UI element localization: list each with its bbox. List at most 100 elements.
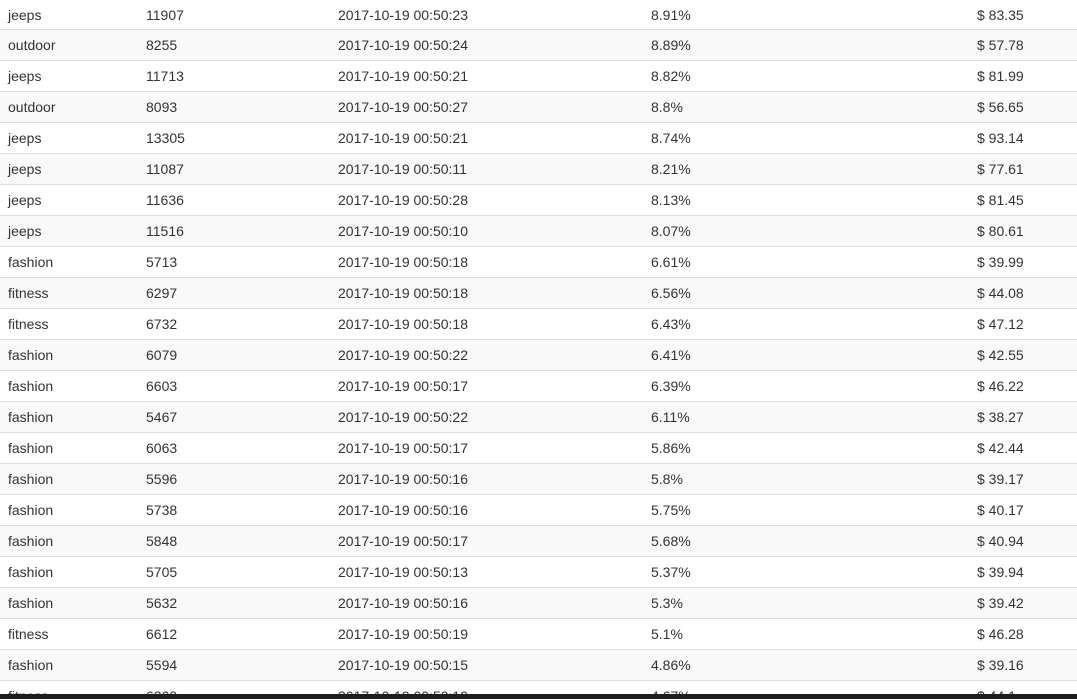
percent-cell: 5.3%: [651, 587, 977, 619]
id-cell: 5594: [146, 649, 338, 681]
timestamp-cell: 2017-10-19 00:50:16: [338, 494, 651, 526]
timestamp-cell: 2017-10-19 00:50:21: [338, 60, 651, 92]
id-cell: 8255: [146, 29, 338, 61]
id-cell: 6732: [146, 308, 338, 340]
table-row: fashion 5738 2017-10-19 00:50:16 5.75% $ 40.…: [0, 494, 1077, 526]
id-cell: 5467: [146, 401, 338, 433]
timestamp-cell: 2017-10-19 00:50:11: [338, 153, 651, 185]
price-cell: $ 57.78: [977, 29, 1077, 61]
percent-cell: 6.43%: [651, 308, 977, 340]
percent-cell: 8.07%: [651, 215, 977, 247]
percent-cell: 8.8%: [651, 91, 977, 123]
table-row: outdoor 8093 2017-10-19 00:50:27 8.8% $ 56.6…: [0, 91, 1077, 123]
timestamp-cell: 2017-10-19 00:50:21: [338, 122, 651, 154]
timestamp-cell: 2017-10-19 00:50:18: [338, 308, 651, 340]
table-row: fashion 5467 2017-10-19 00:50:22 6.11% $ 38.…: [0, 401, 1077, 433]
id-cell: 11516: [146, 215, 338, 247]
table-body: jeeps 11907 2017-10-19 00:50:23 8.91% $ 83.3…: [0, 0, 1077, 699]
category-cell: jeeps: [0, 122, 146, 154]
id-cell: 5632: [146, 587, 338, 619]
table-row: fashion 5713 2017-10-19 00:50:18 6.61% $ 39.…: [0, 246, 1077, 278]
percent-cell: 6.39%: [651, 370, 977, 402]
category-cell: jeeps: [0, 215, 146, 247]
timestamp-cell: 2017-10-19 00:50:28: [338, 184, 651, 216]
id-cell: 5705: [146, 556, 338, 588]
category-cell: fashion: [0, 494, 146, 526]
price-cell: $ 46.22: [977, 370, 1077, 402]
id-cell: 6603: [146, 370, 338, 402]
price-cell: $ 40.94: [977, 525, 1077, 557]
category-cell: fashion: [0, 649, 146, 681]
price-cell: $ 39.99: [977, 246, 1077, 278]
timestamp-cell: 2017-10-19 00:50:24: [338, 29, 651, 61]
price-cell: $ 38.27: [977, 401, 1077, 433]
table-row: fashion 6603 2017-10-19 00:50:17 6.39% $ 46.…: [0, 370, 1077, 402]
table-row: fitness 6732 2017-10-19 00:50:18 6.43% $ 47.…: [0, 308, 1077, 340]
category-cell: jeeps: [0, 60, 146, 92]
price-cell: $ 83.35: [977, 0, 1077, 30]
id-cell: 13305: [146, 122, 338, 154]
timestamp-cell: 2017-10-19 00:50:22: [338, 339, 651, 371]
timestamp-cell: 2017-10-19 00:50:18: [338, 277, 651, 309]
percent-cell: 5.8%: [651, 463, 977, 495]
timestamp-cell: 2017-10-19 00:50:17: [338, 370, 651, 402]
percent-cell: 5.1%: [651, 618, 977, 650]
table-row: jeeps 11907 2017-10-19 00:50:23 8.91% $ 83.3…: [0, 0, 1077, 30]
percent-cell: 5.37%: [651, 556, 977, 588]
table-row: fashion 5848 2017-10-19 00:50:17 5.68% $ 40.…: [0, 525, 1077, 557]
table-row: jeeps 11713 2017-10-19 00:50:21 8.82% $ 81.9…: [0, 60, 1077, 92]
table-row: fashion 6063 2017-10-19 00:50:17 5.86% $ 42.…: [0, 432, 1077, 464]
price-cell: $ 47.12: [977, 308, 1077, 340]
category-cell: fashion: [0, 339, 146, 371]
id-cell: 11636: [146, 184, 338, 216]
timestamp-cell: 2017-10-19 00:50:16: [338, 463, 651, 495]
percent-cell: 6.56%: [651, 277, 977, 309]
table-row: jeeps 11636 2017-10-19 00:50:28 8.13% $ 81.4…: [0, 184, 1077, 216]
id-cell: 6063: [146, 432, 338, 464]
percent-cell: 6.61%: [651, 246, 977, 278]
price-cell: $ 39.17: [977, 463, 1077, 495]
price-cell: $ 42.44: [977, 432, 1077, 464]
category-cell: outdoor: [0, 29, 146, 61]
table-row: jeeps 13305 2017-10-19 00:50:21 8.74% $ 93.1…: [0, 122, 1077, 154]
price-cell: $ 81.45: [977, 184, 1077, 216]
id-cell: 11087: [146, 153, 338, 185]
price-cell: $ 77.61: [977, 153, 1077, 185]
table-row: jeeps 11087 2017-10-19 00:50:11 8.21% $ 77.6…: [0, 153, 1077, 185]
price-cell: $ 39.94: [977, 556, 1077, 588]
price-cell: $ 46.28: [977, 618, 1077, 650]
percent-cell: 8.13%: [651, 184, 977, 216]
price-cell: $ 56.65: [977, 91, 1077, 123]
category-cell: fashion: [0, 370, 146, 402]
id-cell: 6612: [146, 618, 338, 650]
category-cell: fashion: [0, 525, 146, 557]
category-cell: outdoor: [0, 91, 146, 123]
table-row: fitness 6297 2017-10-19 00:50:18 6.56% $ 44.…: [0, 277, 1077, 309]
table-row: outdoor 8255 2017-10-19 00:50:24 8.89% $ 57.…: [0, 29, 1077, 61]
id-cell: 6297: [146, 277, 338, 309]
price-cell: $ 39.16: [977, 649, 1077, 681]
percent-cell: 6.11%: [651, 401, 977, 433]
id-cell: 11713: [146, 60, 338, 92]
id-cell: 5848: [146, 525, 338, 557]
timestamp-cell: 2017-10-19 00:50:15: [338, 649, 651, 681]
timestamp-cell: 2017-10-19 00:50:13: [338, 556, 651, 588]
category-cell: fashion: [0, 556, 146, 588]
category-cell: fashion: [0, 463, 146, 495]
percent-cell: 8.21%: [651, 153, 977, 185]
category-cell: jeeps: [0, 0, 146, 30]
timestamp-cell: 2017-10-19 00:50:16: [338, 587, 651, 619]
table-row: fitness 6612 2017-10-19 00:50:19 5.1% $ 46.2…: [0, 618, 1077, 650]
category-cell: fashion: [0, 587, 146, 619]
percent-cell: 6.41%: [651, 339, 977, 371]
price-cell: $ 42.55: [977, 339, 1077, 371]
id-cell: 5596: [146, 463, 338, 495]
percent-cell: 5.75%: [651, 494, 977, 526]
timestamp-cell: 2017-10-19 00:50:19: [338, 618, 651, 650]
id-cell: 8093: [146, 91, 338, 123]
category-cell: fitness: [0, 308, 146, 340]
price-cell: $ 93.14: [977, 122, 1077, 154]
price-cell: $ 44.08: [977, 277, 1077, 309]
data-table: jeeps 11907 2017-10-19 00:50:23 8.91% $ 83.3…: [0, 0, 1077, 699]
percent-cell: 8.91%: [651, 0, 977, 30]
